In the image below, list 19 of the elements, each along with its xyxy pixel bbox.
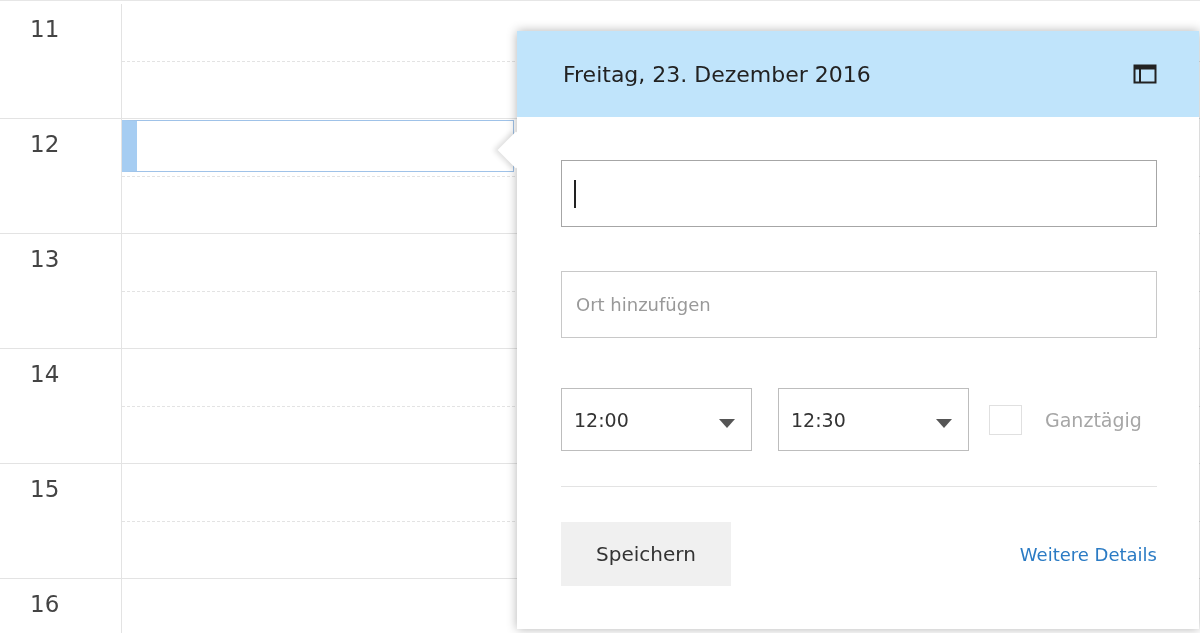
- more-details-link[interactable]: Weitere Details: [1019, 543, 1157, 565]
- save-button[interactable]: Speichern: [561, 522, 731, 586]
- selected-time-slot[interactable]: [122, 120, 514, 172]
- start-time-dropdown[interactable]: 12:00: [561, 388, 752, 451]
- caret-icon: [936, 419, 952, 428]
- expand-icon[interactable]: [1133, 64, 1157, 84]
- location-field[interactable]: Ort hinzufügen: [561, 271, 1157, 338]
- event-date: Freitag, 23. Dezember 2016: [563, 61, 871, 87]
- all-day-checkbox[interactable]: [989, 404, 1022, 435]
- hour-label: 12: [30, 131, 60, 157]
- caret-icon: [719, 419, 735, 428]
- hour-label: 15: [30, 476, 60, 502]
- hour-label: 11: [30, 16, 60, 42]
- end-time-dropdown[interactable]: 12:30: [778, 388, 969, 451]
- event-title-field[interactable]: [561, 160, 1157, 227]
- hour-label: 13: [30, 246, 60, 272]
- hour-label: 14: [30, 361, 60, 387]
- hour-label: 16: [30, 591, 60, 617]
- all-day-label: Ganztägig: [1045, 408, 1142, 431]
